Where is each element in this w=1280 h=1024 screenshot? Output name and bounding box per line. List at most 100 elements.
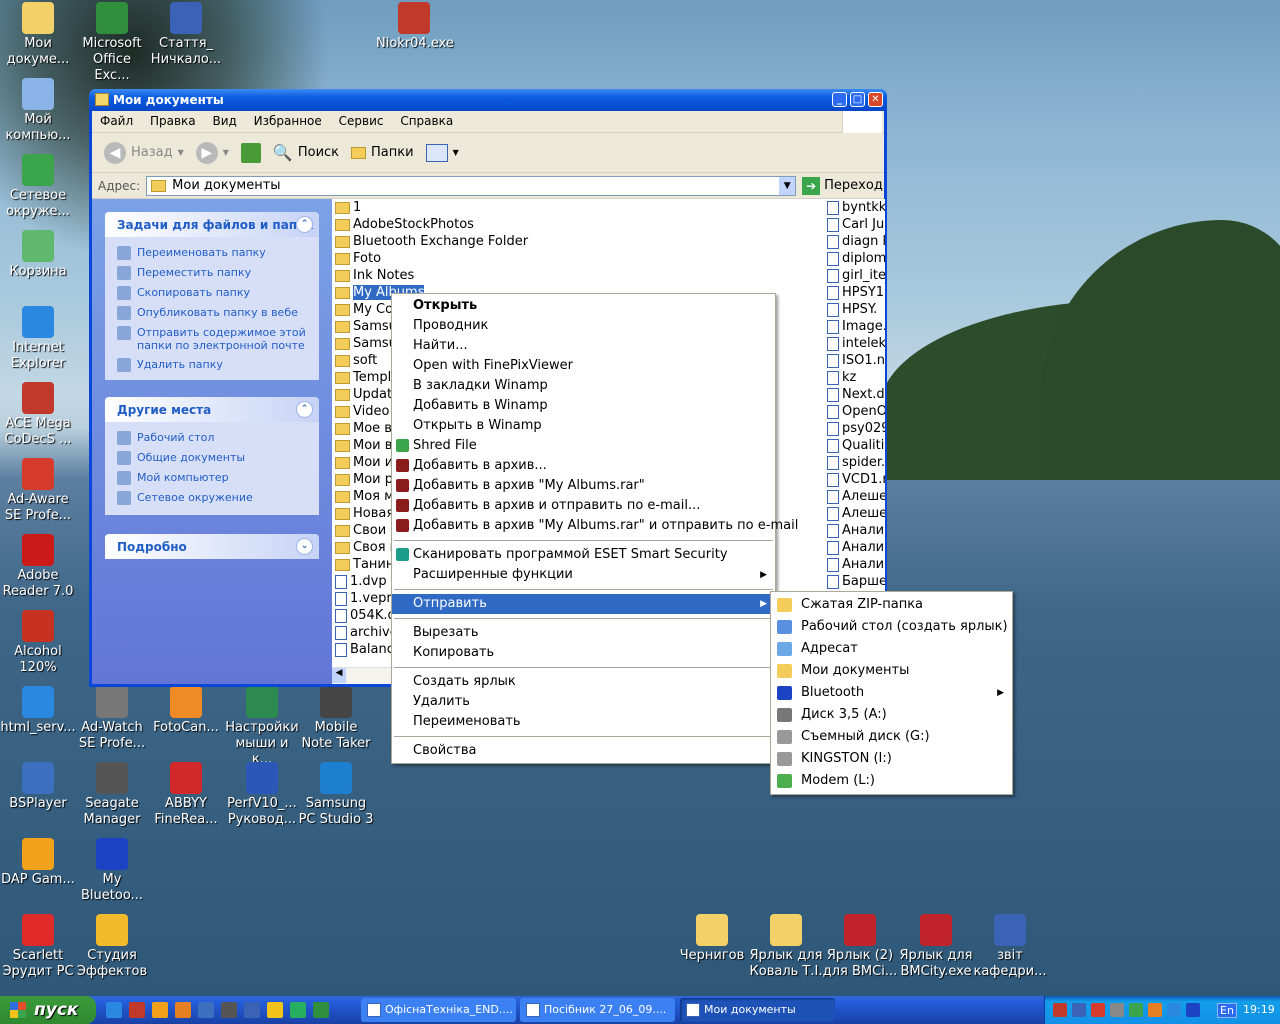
- desktop-icon[interactable]: Internet Explorer: [0, 306, 76, 372]
- desktop-icon[interactable]: ABBYY FineRea...: [148, 762, 224, 828]
- task-link[interactable]: Удалить папку: [105, 355, 319, 375]
- taskbar-button[interactable]: Мои документы: [680, 998, 835, 1022]
- calc-icon[interactable]: [221, 1002, 237, 1018]
- start-button[interactable]: пуск: [0, 996, 96, 1024]
- context-menu-item[interactable]: Добавить в архив...: [392, 456, 775, 476]
- search-button[interactable]: 🔍 Поиск: [269, 143, 343, 162]
- up-button[interactable]: [237, 142, 265, 163]
- file-item[interactable]: diagn k: [827, 233, 885, 250]
- tray-icon[interactable]: [1167, 1003, 1181, 1017]
- task-link[interactable]: Сетевое окружение: [105, 488, 319, 508]
- task-link[interactable]: Отправить содержимое этой папки по элект…: [105, 323, 319, 355]
- app-icon[interactable]: [129, 1002, 145, 1018]
- file-item[interactable]: kz: [827, 369, 885, 386]
- task-link[interactable]: Опубликовать папку в вебе: [105, 303, 319, 323]
- desktop-icon[interactable]: Стаття_ Ничкало...: [148, 2, 224, 68]
- sendto-item[interactable]: Bluetooth ▶: [771, 682, 1012, 704]
- context-menu-item[interactable]: Open with FinePixViewer: [392, 356, 775, 376]
- tray-icon[interactable]: [1091, 1003, 1105, 1017]
- details-panel-header[interactable]: Подробно ⌄: [105, 534, 319, 559]
- context-menu-item[interactable]: Удалить: [392, 692, 775, 712]
- media-icon[interactable]: [152, 1002, 168, 1018]
- task-link[interactable]: Общие документы: [105, 448, 319, 468]
- file-item[interactable]: intelekt: [827, 335, 885, 352]
- close-button[interactable]: ✕: [868, 92, 883, 107]
- word-icon[interactable]: [244, 1002, 260, 1018]
- menu-help[interactable]: Справка: [400, 114, 453, 128]
- tray-icon[interactable]: [1129, 1003, 1143, 1017]
- desktop-icon[interactable]: Scarlett Эрудит PC: [0, 914, 76, 980]
- go-button[interactable]: ➔ Переход: [802, 176, 883, 195]
- file-item[interactable]: spider.: [827, 454, 885, 471]
- excel-icon[interactable]: [313, 1002, 329, 1018]
- task-link[interactable]: Скопировать папку: [105, 283, 319, 303]
- desktop-icon[interactable]: Niokr04.exe: [376, 2, 454, 52]
- desktop-icon[interactable]: Adobe Reader 7.0: [0, 534, 76, 600]
- context-menu-item[interactable]: Найти...: [392, 336, 775, 356]
- file-item[interactable]: HPSY1: [827, 284, 885, 301]
- desktop-icon[interactable]: BSPlayer: [0, 762, 76, 812]
- context-menu-item[interactable]: Добавить в архив и отправить по e-mail..…: [392, 496, 775, 516]
- file-item[interactable]: Qualitie: [827, 437, 885, 454]
- file-item[interactable]: Анализ: [827, 522, 885, 539]
- forward-button[interactable]: ▶ ▼: [192, 141, 233, 164]
- file-item[interactable]: Алешe: [827, 505, 885, 522]
- context-menu-item[interactable]: Расширенные функции ▶: [392, 565, 775, 585]
- context-menu-item[interactable]: Сканировать программой ESET Smart Securi…: [392, 545, 775, 565]
- file-item[interactable]: Ink Notes: [335, 267, 545, 284]
- sendto-item[interactable]: Modem (L:): [771, 770, 1012, 792]
- tray-icon[interactable]: [1053, 1003, 1067, 1017]
- desktop-icon[interactable]: Ярлык для BMCity.exe: [898, 914, 974, 980]
- desktop-icon[interactable]: Mobile Note Taker: [298, 686, 374, 752]
- context-menu-item[interactable]: Отправить ▶: [392, 594, 775, 614]
- tray-icon[interactable]: [1186, 1003, 1200, 1017]
- file-item[interactable]: Барше: [827, 573, 885, 590]
- expand-icon[interactable]: ⌄: [296, 538, 313, 555]
- file-item[interactable]: diplom: [827, 250, 885, 267]
- desktop-icon[interactable]: Seagate Manager: [74, 762, 150, 828]
- places-panel-header[interactable]: Другие места ⌃: [105, 397, 319, 422]
- file-item[interactable]: byntkkt: [827, 199, 885, 216]
- desktop-icon[interactable]: PerfV10_... Руковод...: [224, 762, 300, 828]
- desktop-icon[interactable]: Ярлык (2) для BMCi...: [822, 914, 898, 980]
- desktop-icon[interactable]: FotoCan...: [148, 686, 224, 736]
- clock-icon[interactable]: [267, 1002, 283, 1018]
- file-item[interactable]: Bluetooth Exchange Folder: [335, 233, 545, 250]
- context-menu-item[interactable]: Открыть: [392, 296, 775, 316]
- sendto-item[interactable]: Съемный диск (G:): [771, 726, 1012, 748]
- menu-file[interactable]: Файл: [100, 114, 133, 128]
- context-menu-item[interactable]: Открыть в Winamp: [392, 416, 775, 436]
- file-item[interactable]: Carl Ju: [827, 216, 885, 233]
- file-item[interactable]: Foto: [335, 250, 545, 267]
- sendto-item[interactable]: Рабочий стол (создать ярлык): [771, 616, 1012, 638]
- desktop-icon[interactable]: html_serv...: [0, 686, 76, 736]
- language-indicator[interactable]: En: [1217, 1003, 1237, 1018]
- context-menu-item[interactable]: В закладки Winamp: [392, 376, 775, 396]
- desktop-icon[interactable]: Чернигов: [674, 914, 750, 964]
- desktop-icon[interactable]: Настройки мыши и к...: [224, 686, 300, 768]
- desktop-icon[interactable]: Мои докуме...: [0, 2, 76, 68]
- desktop-icon[interactable]: Мой компью...: [0, 78, 76, 144]
- desktop-icon[interactable]: DAP Gam...: [0, 838, 76, 888]
- sendto-item[interactable]: KINGSTON (I:): [771, 748, 1012, 770]
- taskbar-button[interactable]: Посібник 27_06_09....: [520, 998, 675, 1022]
- file-item[interactable]: Алешe: [827, 488, 885, 505]
- file-item[interactable]: AdobeStockPhotos: [335, 216, 545, 233]
- scroll-left-icon[interactable]: ◀: [332, 668, 346, 683]
- context-menu-item[interactable]: Вырезать: [392, 623, 775, 643]
- task-link[interactable]: Переместить папку: [105, 263, 319, 283]
- desktop-icon[interactable]: Samsung PC Studio 3: [298, 762, 374, 828]
- sendto-item[interactable]: Адресат: [771, 638, 1012, 660]
- taskbar-button[interactable]: ОфіснаТехніка_END....: [361, 998, 516, 1022]
- context-menu-item[interactable]: Проводник: [392, 316, 775, 336]
- folders-button[interactable]: Папки: [347, 145, 418, 160]
- context-menu-item[interactable]: Добавить в архив "My Albums.rar": [392, 476, 775, 496]
- task-link[interactable]: Рабочий стол: [105, 428, 319, 448]
- address-input[interactable]: Мои документы ▼: [146, 175, 797, 196]
- menu-tools[interactable]: Сервис: [339, 114, 384, 128]
- file-item[interactable]: Анализ: [827, 539, 885, 556]
- desktop-icon[interactable]: Корзина: [0, 230, 76, 280]
- file-item[interactable]: 1: [335, 199, 545, 216]
- context-menu-item[interactable]: Добавить в Winamp: [392, 396, 775, 416]
- minimize-button[interactable]: _: [832, 92, 847, 107]
